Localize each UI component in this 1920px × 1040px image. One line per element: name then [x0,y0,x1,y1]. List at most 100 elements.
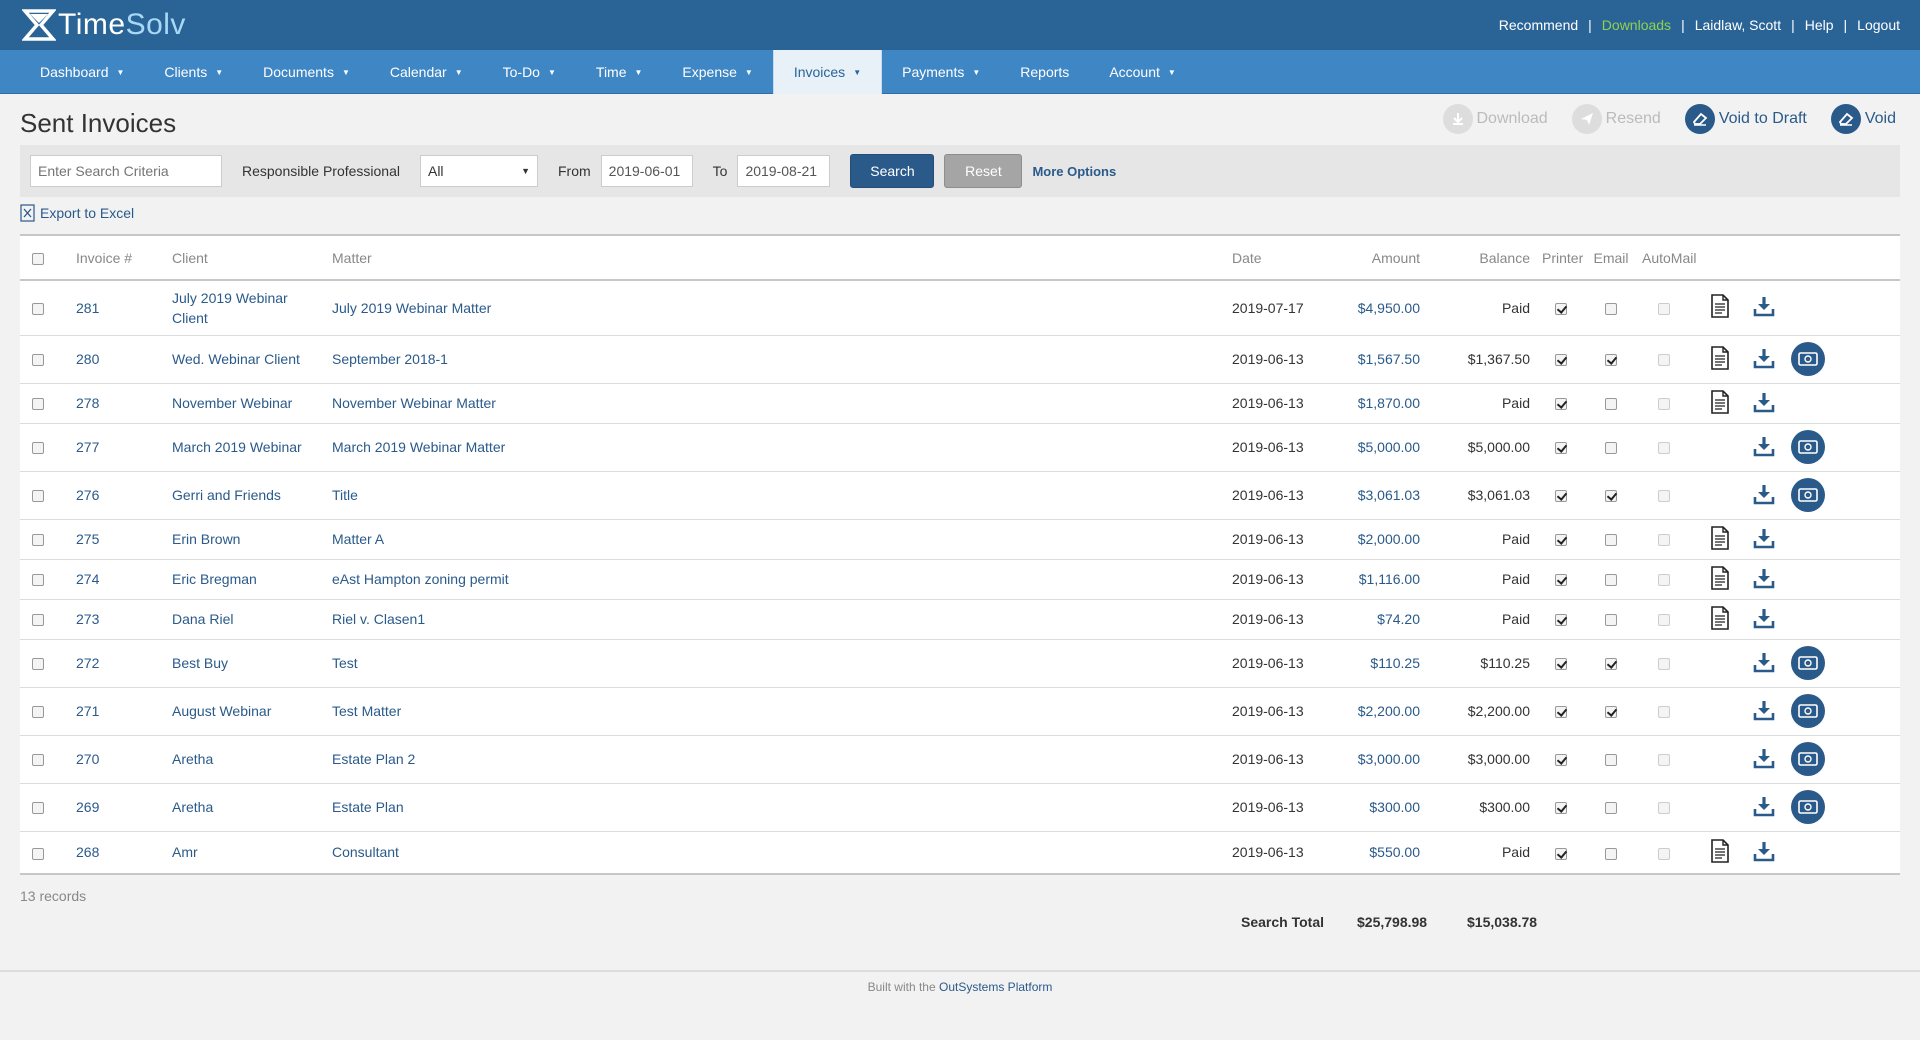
invoice-number-link[interactable]: 273 [56,599,166,640]
payment-money-icon[interactable] [1791,478,1825,512]
void-button[interactable]: Void [1830,104,1896,134]
document-icon[interactable] [1710,565,1730,593]
table-row[interactable]: 281 July 2019 Webinar Client July 2019 Web… [20,280,1900,336]
payment-money-icon[interactable] [1791,646,1825,680]
nav-payments[interactable]: Payments ▼ [882,50,1000,94]
invoice-number-link[interactable]: 271 [56,687,166,736]
more-options-link[interactable]: More Options [1032,164,1116,179]
row-select-checkbox[interactable] [32,354,44,367]
row-select-checkbox[interactable] [32,614,44,627]
table-row[interactable]: 268 Amr Consultant 2019-06-13 $550.00 Paid [20,831,1900,873]
nav-clients[interactable]: Clients ▼ [144,50,243,94]
invoice-number-link[interactable]: 281 [56,280,166,336]
printer-checkbox[interactable] [1555,574,1567,587]
table-row[interactable]: 275 Erin Brown Matter A 2019-06-13 $2,000.00… [20,519,1900,560]
client-link[interactable]: Wed. Webinar Client [166,335,326,384]
printer-checkbox[interactable] [1555,658,1567,671]
email-checkbox[interactable] [1605,398,1617,411]
client-link[interactable]: Amr [166,831,326,873]
email-checkbox[interactable] [1605,303,1617,316]
printer-checkbox[interactable] [1555,754,1567,767]
table-row[interactable]: 270 Aretha Estate Plan 2 2019-06-13 $3,000.0… [20,735,1900,784]
row-select-checkbox[interactable] [32,398,44,411]
printer-checkbox[interactable] [1555,706,1567,719]
table-row[interactable]: 274 Eric Bregman eAst Hampton zoning permi… [20,559,1900,600]
table-row[interactable]: 278 November Webinar November Webinar Matt… [20,383,1900,424]
download-icon[interactable] [1753,795,1775,820]
row-select-checkbox[interactable] [32,658,44,671]
download-icon[interactable] [1753,607,1775,632]
column-header-date[interactable]: Date [1226,236,1326,281]
table-row[interactable]: 276 Gerri and Friends Title 2019-06-13 $3,06… [20,471,1900,520]
matter-link[interactable]: Riel v. Clasen1 [326,599,1226,640]
download-icon[interactable] [1753,651,1775,676]
printer-checkbox[interactable] [1555,534,1567,547]
client-link[interactable]: Eric Bregman [166,559,326,600]
help-link[interactable]: Help [1805,17,1834,33]
email-checkbox[interactable] [1605,490,1617,503]
matter-link[interactable]: Estate Plan [326,783,1226,832]
void-to-draft-button[interactable]: Void to Draft [1684,104,1807,134]
matter-link[interactable]: Title [326,471,1226,520]
matter-link[interactable]: September 2018-1 [326,335,1226,384]
invoice-number-link[interactable]: 269 [56,783,166,832]
responsible-professional-select[interactable]: All ▼ [419,155,538,187]
table-row[interactable]: 272 Best Buy Test 2019-06-13 $110.25 $110.25 [20,639,1900,688]
invoice-number-link[interactable]: 272 [56,639,166,688]
row-select-checkbox[interactable] [32,534,44,547]
table-row[interactable]: 271 August Webinar Test Matter 2019-06-13 $2… [20,687,1900,736]
invoice-number-link[interactable]: 280 [56,335,166,384]
client-link[interactable]: Best Buy [166,639,326,688]
nav-time[interactable]: Time ▼ [576,50,663,94]
table-row[interactable]: 277 March 2019 Webinar March 2019 Webinar … [20,423,1900,472]
nav-dashboard[interactable]: Dashboard ▼ [20,50,144,94]
email-checkbox[interactable] [1605,614,1617,627]
download-icon[interactable] [1753,435,1775,460]
to-date-input[interactable] [737,155,831,187]
nav-reports[interactable]: Reports [1000,50,1089,94]
printer-checkbox[interactable] [1555,802,1567,815]
email-checkbox[interactable] [1605,802,1617,815]
email-checkbox[interactable] [1605,534,1617,547]
nav-todo[interactable]: To-Do ▼ [483,50,576,94]
matter-link[interactable]: Consultant [326,831,1226,873]
email-checkbox[interactable] [1605,574,1617,587]
client-link[interactable]: March 2019 Webinar [166,423,326,472]
search-input[interactable] [30,155,222,187]
column-header-invoice[interactable]: Invoice # [56,236,166,281]
download-icon[interactable] [1753,527,1775,552]
recommend-link[interactable]: Recommend [1499,17,1578,33]
column-header-amount[interactable]: Amount [1326,236,1426,281]
download-icon[interactable] [1753,840,1775,865]
client-link[interactable]: Aretha [166,735,326,784]
invoice-number-link[interactable]: 278 [56,383,166,424]
select-all-checkbox[interactable] [32,252,44,265]
matter-link[interactable]: Test Matter [326,687,1226,736]
invoice-number-link[interactable]: 277 [56,423,166,472]
invoice-number-link[interactable]: 268 [56,831,166,873]
download-icon[interactable] [1753,567,1775,592]
download-icon[interactable] [1753,391,1775,416]
download-action-button[interactable]: Download [1442,104,1548,134]
email-checkbox[interactable] [1605,658,1617,671]
matter-link[interactable]: Matter A [326,519,1226,560]
printer-checkbox[interactable] [1555,614,1567,627]
nav-account[interactable]: Account ▼ [1089,50,1196,94]
matter-link[interactable]: July 2019 Webinar Matter [326,280,1226,336]
payment-money-icon[interactable] [1791,430,1825,464]
email-checkbox[interactable] [1605,354,1617,367]
invoice-number-link[interactable]: 270 [56,735,166,784]
matter-link[interactable]: March 2019 Webinar Matter [326,423,1226,472]
row-select-checkbox[interactable] [32,303,44,316]
client-link[interactable]: July 2019 Webinar Client [166,280,326,336]
client-link[interactable]: Aretha [166,783,326,832]
document-icon[interactable] [1710,525,1730,553]
document-icon[interactable] [1710,838,1730,866]
client-link[interactable]: Dana Riel [166,599,326,640]
row-select-checkbox[interactable] [32,574,44,587]
document-icon[interactable] [1710,389,1730,417]
email-checkbox[interactable] [1605,754,1617,767]
export-to-excel-link[interactable]: Export to Excel [20,204,134,222]
printer-checkbox[interactable] [1555,354,1567,367]
printer-checkbox[interactable] [1555,490,1567,503]
